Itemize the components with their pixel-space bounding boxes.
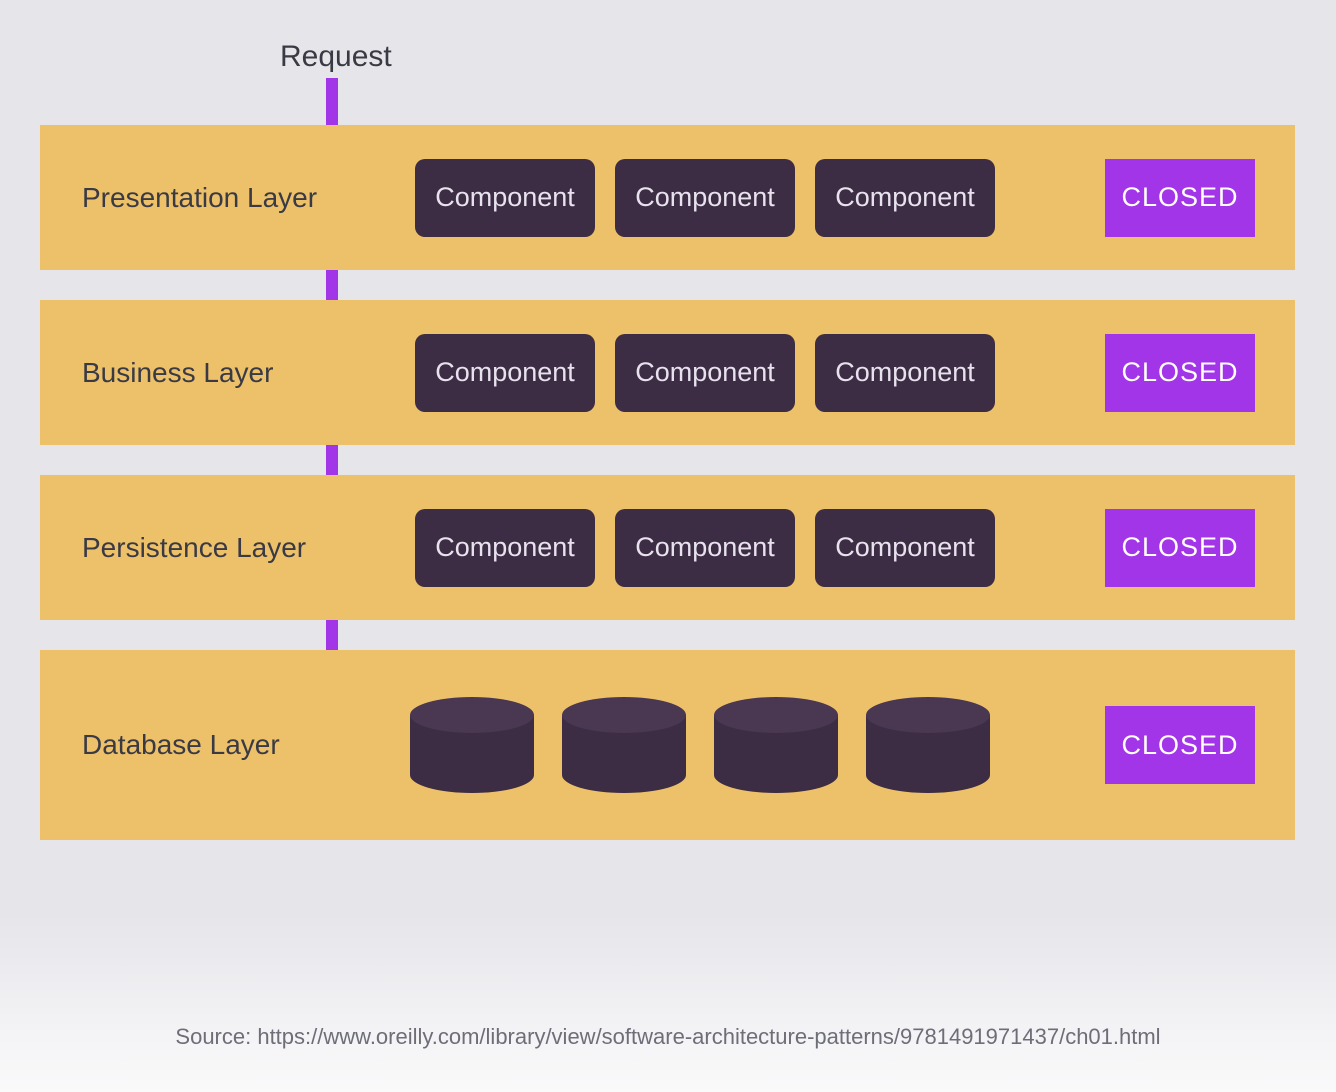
component-box: Component xyxy=(615,334,795,412)
component-group: Component Component Component xyxy=(415,334,995,412)
status-badge: CLOSED xyxy=(1105,159,1255,237)
component-box: Component xyxy=(815,159,995,237)
database-cylinder-icon xyxy=(866,697,990,793)
component-group: Component Component Component xyxy=(415,159,995,237)
layer-title: Persistence Layer xyxy=(82,532,306,564)
database-cylinder-icon xyxy=(714,697,838,793)
status-badge: CLOSED xyxy=(1105,706,1255,784)
layer-title: Database Layer xyxy=(82,729,280,761)
component-group: Component Component Component xyxy=(415,509,995,587)
bottom-fade xyxy=(0,912,1336,1092)
status-badge: CLOSED xyxy=(1105,334,1255,412)
database-cylinder-icon xyxy=(410,697,534,793)
layer-persistence: Persistence Layer Component Component Co… xyxy=(40,475,1295,620)
request-label: Request xyxy=(280,40,392,74)
database-cylinder-icon xyxy=(562,697,686,793)
layer-business: Business Layer Component Component Compo… xyxy=(40,300,1295,445)
component-box: Component xyxy=(615,509,795,587)
component-box: Component xyxy=(415,159,595,237)
status-badge: CLOSED xyxy=(1105,509,1255,587)
source-citation: Source: https://www.oreilly.com/library/… xyxy=(0,1024,1336,1050)
layer-presentation: Presentation Layer Component Component C… xyxy=(40,125,1295,270)
layer-title: Presentation Layer xyxy=(82,182,317,214)
component-box: Component xyxy=(415,334,595,412)
component-box: Component xyxy=(415,509,595,587)
layer-title: Business Layer xyxy=(82,357,273,389)
diagram-canvas: Request Presentation Layer Component Com… xyxy=(0,0,1336,1092)
database-group xyxy=(410,697,990,793)
component-box: Component xyxy=(615,159,795,237)
component-box: Component xyxy=(815,334,995,412)
component-box: Component xyxy=(815,509,995,587)
layer-database: Database Layer CLOSED xyxy=(40,650,1295,840)
